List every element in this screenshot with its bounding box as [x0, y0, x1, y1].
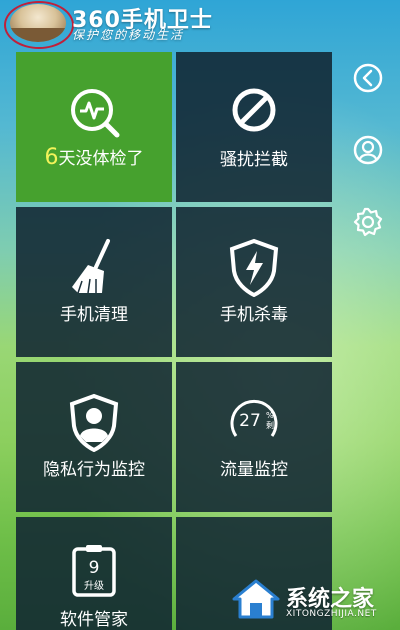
- shield-lightning-icon: [229, 238, 279, 297]
- tile-label: 隐私行为监控: [43, 460, 145, 480]
- update-text: 升级: [84, 580, 104, 592]
- user-icon[interactable]: [352, 134, 384, 166]
- tile-phone-clean[interactable]: 手机清理: [16, 207, 172, 357]
- tile-health-check[interactable]: 6天没体检了: [16, 52, 172, 202]
- traffic-remaining: 剩: [266, 420, 274, 430]
- watermark: 系统之家 XITONGZHIJIA.NET: [230, 577, 400, 630]
- tile-label: 流量监控: [220, 460, 288, 480]
- tile-label: 手机杀毒: [220, 305, 288, 325]
- avatar-highlight-ring: [4, 1, 74, 49]
- app-slogan: 保护您的移动生活: [72, 28, 185, 42]
- app-header: 360手机卫士 保护您的移动生活: [0, 0, 400, 49]
- tile-label: 软件管家: [60, 610, 128, 630]
- tile-label: 6天没体检了: [16, 144, 172, 170]
- watermark-logo: [232, 579, 280, 619]
- update-count: 9: [89, 558, 100, 578]
- days-count: 6: [44, 145, 59, 170]
- tile-antivirus[interactable]: 手机杀毒: [176, 207, 332, 357]
- tile-software-manager[interactable]: 9 升级 软件管家: [16, 517, 172, 630]
- watermark-url: XITONGZHIJIA.NET: [286, 609, 377, 619]
- app-manager-icon: 9 升级: [72, 545, 116, 597]
- tile-traffic-monitor[interactable]: 27 % 剩 流量监控: [176, 362, 332, 512]
- traffic-percent: 27: [239, 411, 261, 431]
- days-text: 天没体检了: [58, 149, 144, 169]
- tile-harassment-block[interactable]: 骚扰拦截: [176, 52, 332, 202]
- traffic-unit: %: [266, 411, 274, 420]
- back-icon[interactable]: [352, 62, 384, 94]
- tile-label: 骚扰拦截: [220, 150, 288, 170]
- health-check-icon: [71, 89, 120, 138]
- traffic-gauge-icon: 27 % 剩: [230, 399, 278, 437]
- privacy-shield-icon: [69, 393, 119, 452]
- broom-icon: [72, 239, 110, 294]
- tile-label: 手机清理: [60, 305, 128, 325]
- tile-privacy-monitor[interactable]: 隐私行为监控: [16, 362, 172, 512]
- block-icon: [232, 88, 276, 132]
- settings-icon[interactable]: [352, 206, 384, 238]
